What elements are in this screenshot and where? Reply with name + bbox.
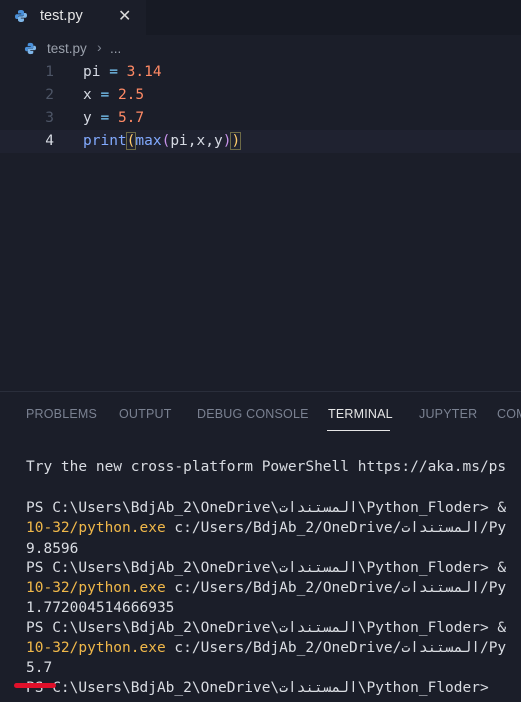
line-number: 2 — [45, 87, 54, 103]
code-operator: = — [100, 64, 127, 80]
breadcrumb-file[interactable]: test.py — [47, 41, 87, 56]
python-file-icon — [15, 10, 27, 22]
code-number: 2.5 — [117, 87, 145, 103]
code-arguments: pi,x,y — [170, 133, 223, 149]
python-file-icon — [24, 42, 37, 55]
script-path: c:/Users/BdjAb_2/OneDrive/المستندات/Py — [165, 580, 507, 596]
tab-test-py[interactable]: test.py ✕ — [0, 0, 146, 35]
code-number: 5.7 — [117, 110, 145, 126]
tab-jupyter[interactable]: JUPYTER — [419, 407, 477, 421]
breadcrumb: test.py › ... — [0, 38, 521, 60]
line-number: 4 — [45, 133, 54, 149]
breadcrumb-more[interactable]: ... — [110, 41, 121, 56]
tab-filename: test.py — [40, 8, 83, 24]
code-variable: pi — [83, 64, 101, 80]
code-variable: x — [83, 87, 92, 103]
annotation-underline — [14, 683, 56, 688]
chevron-right-icon: › — [97, 39, 102, 55]
close-icon[interactable]: ✕ — [118, 6, 131, 26]
script-path: c:/Users/BdjAb_2/OneDrive/المستندات/Py — [165, 640, 507, 656]
exe-path: 10-32/python.exe — [26, 520, 166, 536]
line-number: 1 — [45, 64, 54, 80]
terminal-output-line: 9.8596 — [26, 541, 79, 557]
terminal-command: 10-32/python.exe c:/Users/BdjAb_2/OneDri… — [26, 578, 506, 598]
code-function: print — [83, 133, 127, 149]
tab-problems[interactable]: PROBLEMS — [26, 407, 97, 421]
terminal-output[interactable]: Try the new cross-platform PowerShell ht… — [26, 453, 521, 702]
terminal-prompt: PS C:\Users\BdjAb_2\OneDrive\المستندات\P… — [26, 620, 507, 636]
terminal-prompt: PS C:\Users\BdjAb_2\OneDrive\المستندات\P… — [26, 680, 489, 696]
exe-path: 10-32/python.exe — [26, 640, 166, 656]
terminal-prompt: PS C:\Users\BdjAb_2\OneDrive\المستندات\P… — [26, 500, 507, 516]
active-tab-indicator — [327, 430, 390, 431]
code-line[interactable]: 3 y = 5.7 — [0, 107, 521, 130]
code-operator: = — [91, 87, 118, 103]
terminal-command: 10-32/python.exe c:/Users/BdjAb_2/OneDri… — [26, 638, 506, 658]
editor-tab-bar: test.py ✕ — [0, 0, 521, 35]
code-editor[interactable]: 1 pi = 3.14 2 x = 2.5 3 y = 5.7 4 print(… — [0, 61, 521, 391]
panel-tab-bar: PROBLEMS OUTPUT DEBUG CONSOLE TERMINAL J… — [0, 392, 521, 438]
code-variable: y — [83, 110, 92, 126]
terminal-banner: Try the new cross-platform PowerShell ht… — [26, 459, 507, 475]
tab-terminal[interactable]: TERMINAL — [328, 407, 393, 421]
terminal-output-line: 1.772004514666935 — [26, 600, 175, 616]
code-operator: = — [91, 110, 118, 126]
line-number: 3 — [45, 110, 54, 126]
code-line[interactable]: 2 x = 2.5 — [0, 84, 521, 107]
code-line-active[interactable]: 4 print(max(pi,x,y)) — [0, 130, 521, 153]
script-path: c:/Users/BdjAb_2/OneDrive/المستندات/Py — [165, 520, 507, 536]
tab-debug-console[interactable]: DEBUG CONSOLE — [197, 407, 309, 421]
code-bracket: ) — [230, 132, 242, 150]
terminal-prompt: PS C:\Users\BdjAb_2\OneDrive\المستندات\P… — [26, 560, 507, 576]
tab-comments[interactable]: COM — [497, 407, 521, 421]
tab-output[interactable]: OUTPUT — [119, 407, 172, 421]
code-function: max — [135, 133, 162, 149]
code-line[interactable]: 1 pi = 3.14 — [0, 61, 521, 84]
terminal-command: 10-32/python.exe c:/Users/BdjAb_2/OneDri… — [26, 518, 506, 538]
exe-path: 10-32/python.exe — [26, 580, 166, 596]
terminal-output-line: 5.7 — [26, 660, 53, 676]
code-number: 3.14 — [126, 64, 162, 80]
